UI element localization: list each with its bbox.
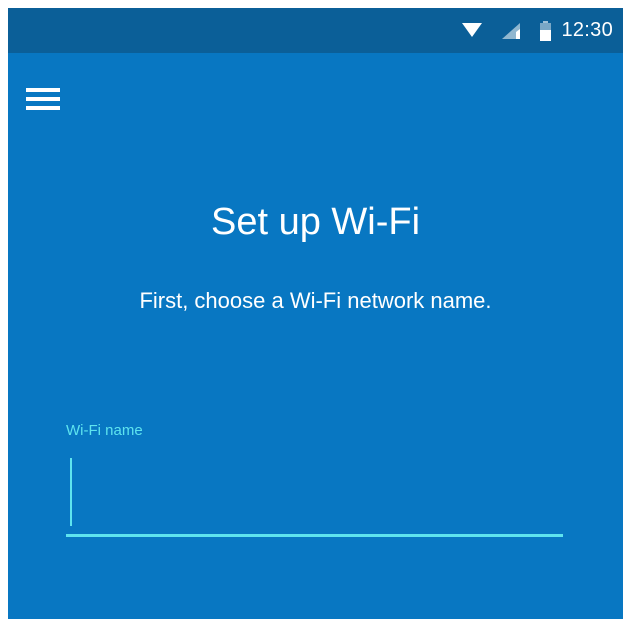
wifi-name-input[interactable] [66, 454, 563, 534]
wifi-name-label: Wi-Fi name [66, 422, 143, 439]
cell-signal-icon [502, 22, 521, 39]
hamburger-menu-icon [26, 86, 60, 117]
input-underline [66, 534, 563, 537]
status-icons: 12:30 [442, 8, 613, 53]
app-bar [8, 53, 623, 149]
status-bar: 12:30 [8, 8, 623, 53]
wifi-icon [462, 22, 483, 39]
battery-icon [540, 20, 552, 41]
text-cursor [70, 458, 72, 526]
wifi-name-field: Wi-Fi name [66, 422, 563, 542]
status-time: 12:30 [561, 19, 613, 41]
setup-screen: 12:30 Set up Wi-Fi First, choose a Wi-Fi… [8, 8, 623, 619]
menu-button[interactable] [26, 81, 66, 121]
page-subtitle: First, choose a Wi-Fi network name. [139, 288, 492, 313]
page-title: Set up Wi-Fi [210, 201, 421, 243]
